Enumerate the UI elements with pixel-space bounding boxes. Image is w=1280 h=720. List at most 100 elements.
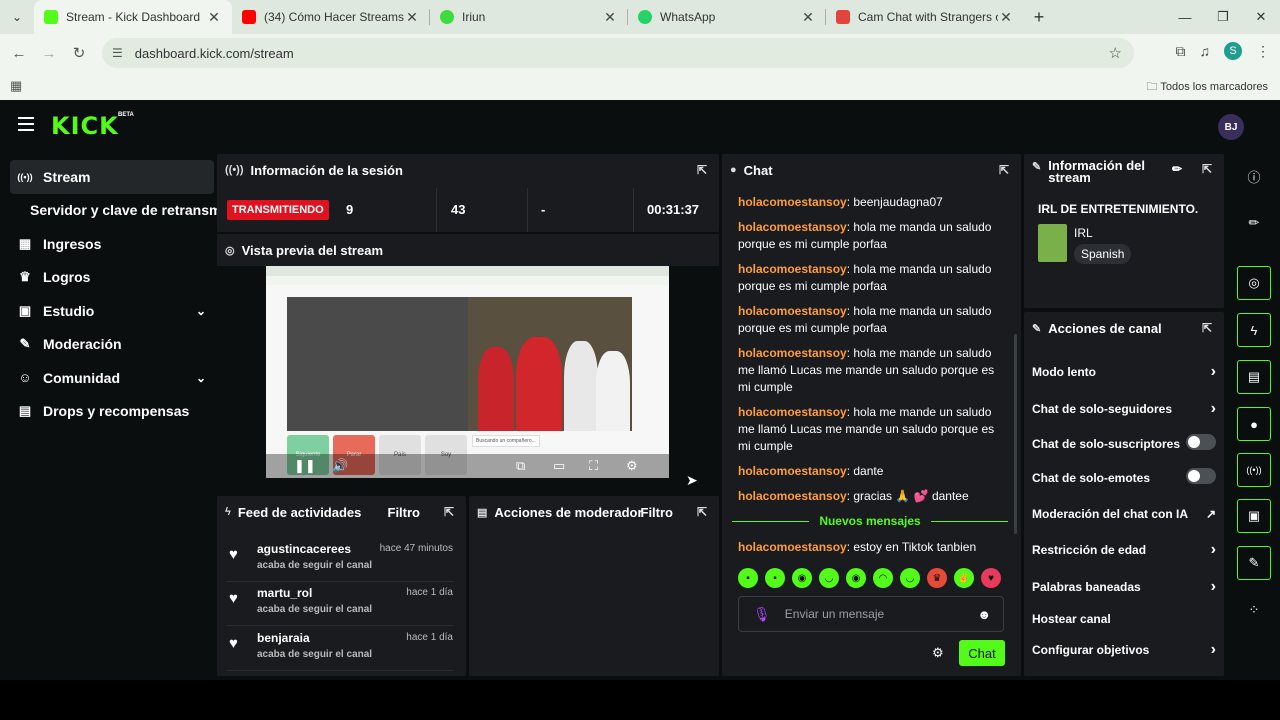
lightning-icon[interactable]: ϟ xyxy=(1237,313,1271,347)
back-arrow-icon[interactable]: ← xyxy=(4,45,34,62)
close-window-icon[interactable]: ✕ xyxy=(1242,0,1280,34)
maximize-icon[interactable]: ❐ xyxy=(1204,0,1242,34)
sidebar-item-server-key[interactable]: Servidor y clave de retransmisión xyxy=(10,194,254,228)
chat-username[interactable]: holacomoestansoy xyxy=(738,464,847,478)
chat-username[interactable]: holacomoestansoy xyxy=(738,540,847,554)
theater-icon[interactable]: ▭ xyxy=(553,458,565,474)
emote-icon[interactable]: ♛ xyxy=(927,568,947,588)
user-avatar[interactable]: BJ xyxy=(1218,114,1244,140)
popout-icon[interactable]: ⇱ xyxy=(444,505,454,519)
tab-close-icon[interactable]: ✕ xyxy=(800,9,816,26)
site-settings-icon[interactable]: ☰ xyxy=(112,46,123,60)
stream-category[interactable]: IRL xyxy=(1074,226,1093,240)
category-thumbnail[interactable] xyxy=(1038,224,1067,262)
emote-icon[interactable]: ♥ xyxy=(981,568,1001,588)
chat-message-input[interactable]: 🎙 Enviar un mensaje ☻ xyxy=(738,596,1004,632)
feed-filter-button[interactable]: Filtro xyxy=(388,505,421,520)
extensions-puzzle-icon[interactable]: ⧉ xyxy=(1176,43,1186,60)
popout-icon[interactable]: ⇱ xyxy=(999,163,1009,177)
chat-username[interactable]: holacomoestansoy xyxy=(738,220,847,234)
tab-close-icon[interactable]: ✕ xyxy=(404,9,420,26)
sidebar-item-stream[interactable]: ((•)) Stream xyxy=(10,160,214,194)
chat-username[interactable]: holacomoestansoy xyxy=(738,195,847,209)
mod-filter-button[interactable]: Filtro xyxy=(641,505,674,520)
camera-icon[interactable]: ▣ xyxy=(1237,499,1271,533)
chat-settings-gear-icon[interactable]: ⚙ xyxy=(932,645,944,661)
chat-icon[interactable]: ● xyxy=(1237,407,1271,441)
popout-icon[interactable]: ⇱ xyxy=(697,505,707,519)
banned-words-option[interactable]: Palabras baneadas › xyxy=(1032,578,1216,595)
sidebar-item-ingresos[interactable]: ▦ Ingresos xyxy=(10,227,214,261)
edit-pencil-icon[interactable]: ✏ xyxy=(1172,162,1182,176)
apps-grid-icon[interactable]: ▦ xyxy=(10,78,22,94)
age-restriction-option[interactable]: Restricción de edad › xyxy=(1032,541,1216,558)
notes-icon[interactable]: ▤ xyxy=(1237,360,1271,394)
tab-close-icon[interactable]: ✕ xyxy=(602,9,618,26)
browser-tab-kick[interactable]: Stream - Kick Dashboard ✕ xyxy=(34,0,232,34)
new-tab-plus-icon[interactable]: + xyxy=(1024,7,1054,28)
sidebar-item-logros[interactable]: ♛ Logros xyxy=(10,261,214,295)
follower-name[interactable]: agustincacerees xyxy=(257,542,351,556)
browser-menu-icon[interactable]: ⋮ xyxy=(1256,43,1270,60)
subscribers-only-toggle[interactable] xyxy=(1186,434,1216,450)
forward-arrow-icon[interactable]: → xyxy=(34,45,64,62)
emotes-only-toggle[interactable] xyxy=(1186,468,1216,484)
follower-name[interactable]: martu_rol xyxy=(257,586,312,600)
follower-name[interactable]: benjaraia xyxy=(257,631,310,645)
followers-only-option[interactable]: Chat de solo-seguidores › xyxy=(1032,400,1216,417)
chat-username[interactable]: holacomoestansoy xyxy=(738,346,847,360)
emote-icon[interactable]: ◉ xyxy=(792,568,812,588)
popout-icon[interactable]: ⇱ xyxy=(697,163,707,177)
stream-preview-video[interactable]: Siguiente Parar País Soy Buscando un com… xyxy=(266,266,669,478)
tab-search-chevron-icon[interactable]: ⌄ xyxy=(0,0,34,34)
kick-logo[interactable]: KICK xyxy=(51,112,119,140)
sidebar-item-drops[interactable]: ▤ Drops y recompensas xyxy=(10,395,214,429)
emote-icon[interactable]: ✌ xyxy=(954,568,974,588)
apps-icon[interactable]: ⁘ xyxy=(1237,593,1271,627)
popout-icon[interactable]: ⇱ xyxy=(1202,321,1212,335)
chat-username[interactable]: holacomoestansoy xyxy=(738,304,847,318)
volume-icon[interactable]: 🔊 xyxy=(332,458,348,474)
profile-avatar[interactable]: S xyxy=(1224,42,1242,60)
microphone-icon[interactable]: 🎙 xyxy=(753,606,771,623)
emote-icon[interactable]: ◡ xyxy=(900,568,920,588)
configure-goals-option[interactable]: Configurar objetivos › xyxy=(1032,641,1216,658)
media-control-icon[interactable]: ♫ xyxy=(1200,43,1211,59)
hamburger-menu-icon[interactable] xyxy=(18,117,34,131)
chat-username[interactable]: holacomoestansoy xyxy=(738,405,847,419)
settings-gear-icon[interactable]: ⚙ xyxy=(626,458,638,474)
tab-close-icon[interactable]: ✕ xyxy=(998,9,1014,26)
tab-close-icon[interactable]: ✕ xyxy=(206,9,222,26)
browser-tab-iriun[interactable]: Iriun ✕ xyxy=(430,0,628,34)
reload-icon[interactable]: ↻ xyxy=(64,44,94,62)
popout-icon[interactable]: ⇱ xyxy=(1202,162,1212,176)
send-chat-button[interactable]: Chat xyxy=(959,640,1005,666)
pip-icon[interactable]: ⧉ xyxy=(516,458,525,474)
chat-username[interactable]: holacomoestansoy xyxy=(738,489,847,503)
emote-icon[interactable]: ▪ xyxy=(738,568,758,588)
minimize-icon[interactable]: — xyxy=(1166,0,1204,34)
browser-tab-camchat[interactable]: Cam Chat with Strangers on ✕ xyxy=(826,0,1024,34)
sidebar-item-moderacion[interactable]: ✎ Moderación xyxy=(10,328,214,362)
fullscreen-icon[interactable]: ⛶ xyxy=(589,458,598,474)
pause-icon[interactable]: ❚❚ xyxy=(294,458,316,474)
wrench-icon[interactable]: ✎ xyxy=(1237,546,1271,580)
info-icon[interactable]: ⓘ xyxy=(1237,159,1271,193)
emote-icon[interactable]: ◡ xyxy=(819,568,839,588)
sidebar-item-comunidad[interactable]: ☺ Comunidad ⌄ xyxy=(10,361,214,395)
bookmark-star-icon[interactable]: ☆ xyxy=(1109,44,1122,62)
emote-icon[interactable]: ◠ xyxy=(873,568,893,588)
emote-icon[interactable]: ◉ xyxy=(846,568,866,588)
browser-tab-youtube[interactable]: (34) Cómo Hacer Streams en Kick ✕ xyxy=(232,0,430,34)
browser-tab-whatsapp[interactable]: WhatsApp ✕ xyxy=(628,0,826,34)
all-bookmarks[interactable]: 🗀 Todos los marcadores xyxy=(1147,78,1268,97)
chat-scrollbar[interactable] xyxy=(1014,334,1017,534)
chat-username[interactable]: holacomoestansoy xyxy=(738,262,847,276)
emoji-picker-icon[interactable]: ☻ xyxy=(977,607,991,622)
sidebar-item-estudio[interactable]: ▣ Estudio ⌄ xyxy=(10,294,214,328)
host-channel-option[interactable]: Hostear canal xyxy=(1032,612,1216,626)
url-field[interactable]: ☰ dashboard.kick.com/stream ☆ xyxy=(102,38,1134,68)
edit-icon[interactable]: ✏ xyxy=(1237,206,1271,240)
ai-moderation-option[interactable]: Moderación del chat con IA ↗ xyxy=(1032,507,1216,521)
emote-icon[interactable]: ▪ xyxy=(765,568,785,588)
